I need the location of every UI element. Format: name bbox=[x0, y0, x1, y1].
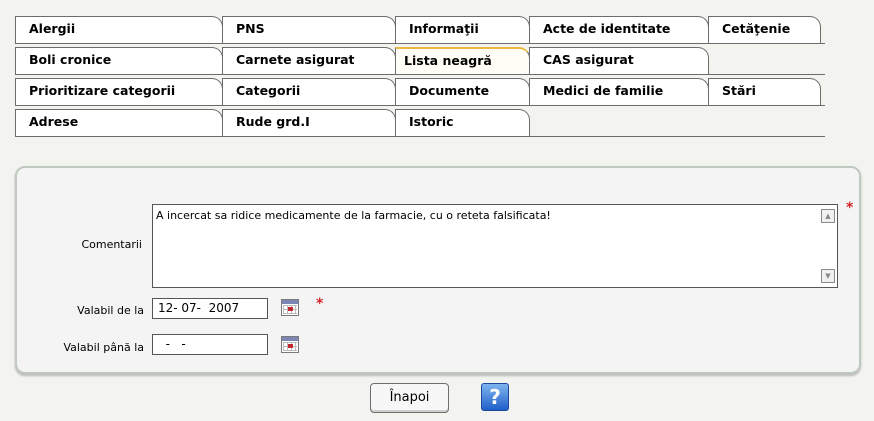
tab-bar: Alergii PNS Informaţii Acte de identitat… bbox=[15, 13, 825, 137]
valid-from-input[interactable]: 12- 07- 2007 bbox=[152, 298, 268, 319]
valid-to-input[interactable]: - - bbox=[152, 334, 268, 355]
calendar-icon[interactable] bbox=[281, 299, 299, 316]
comment-label: Comentarii bbox=[81, 238, 142, 251]
tab-cetatenie[interactable]: Cetăţenie bbox=[708, 16, 821, 43]
tab-acte-identitate[interactable]: Acte de identitate bbox=[529, 16, 709, 43]
tab-medici-familie[interactable]: Medici de familie bbox=[529, 78, 709, 105]
tab-categorii[interactable]: Categorii bbox=[222, 78, 396, 105]
valid-to-label: Valabil până la bbox=[63, 341, 144, 354]
scroll-up-icon[interactable]: ▲ bbox=[821, 209, 835, 223]
comment-textarea[interactable]: A incercat sa ridice medicamente de la f… bbox=[152, 204, 838, 288]
help-icon[interactable]: ? bbox=[481, 383, 509, 411]
tab-row-3: Prioritizare categorii Categorii Documen… bbox=[15, 75, 825, 106]
tab-prioritizare-categorii[interactable]: Prioritizare categorii bbox=[15, 78, 223, 105]
tab-row-divider bbox=[15, 136, 825, 137]
tab-adrese[interactable]: Adrese bbox=[15, 109, 223, 136]
back-button[interactable]: Înapoi bbox=[370, 383, 449, 413]
tab-informatii[interactable]: Informaţii bbox=[395, 16, 530, 43]
tab-istoric[interactable]: Istoric bbox=[395, 109, 530, 136]
calendar-icon[interactable] bbox=[281, 336, 299, 353]
valid-from-label: Valabil de la bbox=[77, 304, 144, 317]
comment-scrollbar[interactable]: ▲ ▼ bbox=[821, 207, 835, 285]
comment-text: A incercat sa ridice medicamente de la f… bbox=[156, 209, 551, 222]
tab-boli-cronice[interactable]: Boli cronice bbox=[15, 47, 223, 74]
tab-cas-asigurat[interactable]: CAS asigurat bbox=[529, 47, 709, 74]
tab-carnete-asigurat[interactable]: Carnete asigurat bbox=[222, 47, 396, 74]
scroll-down-icon[interactable]: ▼ bbox=[821, 269, 835, 283]
tab-pns[interactable]: PNS bbox=[222, 16, 396, 43]
tab-rude[interactable]: Rude grd.I bbox=[222, 109, 396, 136]
tab-row-1: Alergii PNS Informaţii Acte de identitat… bbox=[15, 13, 825, 44]
tab-lista-neagra[interactable]: Lista neagră bbox=[395, 47, 530, 75]
tab-row-4: Adrese Rude grd.I Istoric bbox=[15, 106, 825, 137]
tab-stari[interactable]: Stări bbox=[708, 78, 821, 105]
tab-documente[interactable]: Documente bbox=[395, 78, 530, 105]
comment-required-mark: * bbox=[846, 200, 854, 216]
valid-from-required-mark: * bbox=[316, 296, 324, 312]
tab-alergii[interactable]: Alergii bbox=[15, 16, 223, 43]
tab-row-2: Boli cronice Carnete asigurat Lista neag… bbox=[15, 44, 825, 75]
